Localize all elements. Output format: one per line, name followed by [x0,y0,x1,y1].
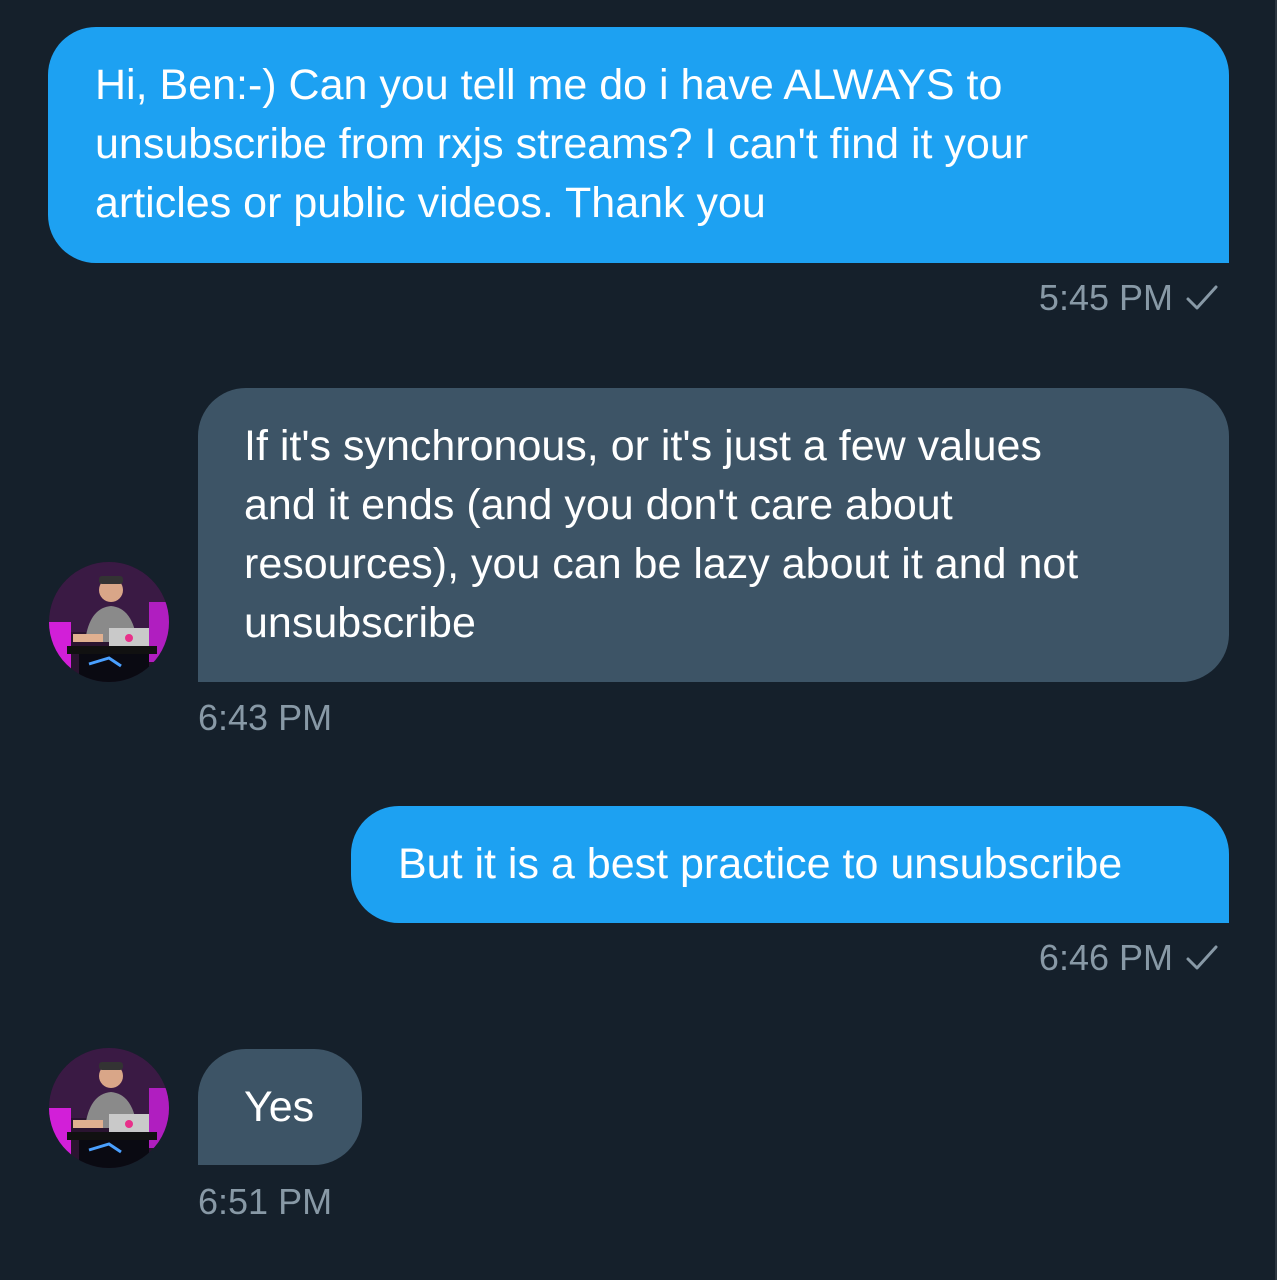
message-timestamp: 6:46 PM [1038,937,1173,978]
check-icon [1185,943,1219,973]
avatar[interactable] [49,562,169,682]
message-bubble-incoming[interactable]: Yes [198,1049,362,1165]
message-meta: 6:43 PM [198,698,332,738]
check-icon [1185,283,1219,313]
avatar[interactable] [49,1048,169,1168]
message-meta: 6:46 PM [1039,938,1219,978]
message-timestamp: 6:43 PM [198,697,333,738]
message-bubble-outgoing[interactable]: Hi, Ben:-) Can you tell me do i have ALW… [48,27,1229,263]
message-timestamp: 6:51 PM [198,1181,333,1222]
message-bubble-incoming[interactable]: If it's synchronous, or it's just a few … [198,388,1229,682]
message-timestamp: 5:45 PM [1038,277,1173,318]
message-meta: 5:45 PM [1039,278,1219,318]
message-meta: 6:51 PM [198,1182,332,1222]
message-bubble-outgoing[interactable]: But it is a best practice to unsubscribe [351,806,1229,923]
